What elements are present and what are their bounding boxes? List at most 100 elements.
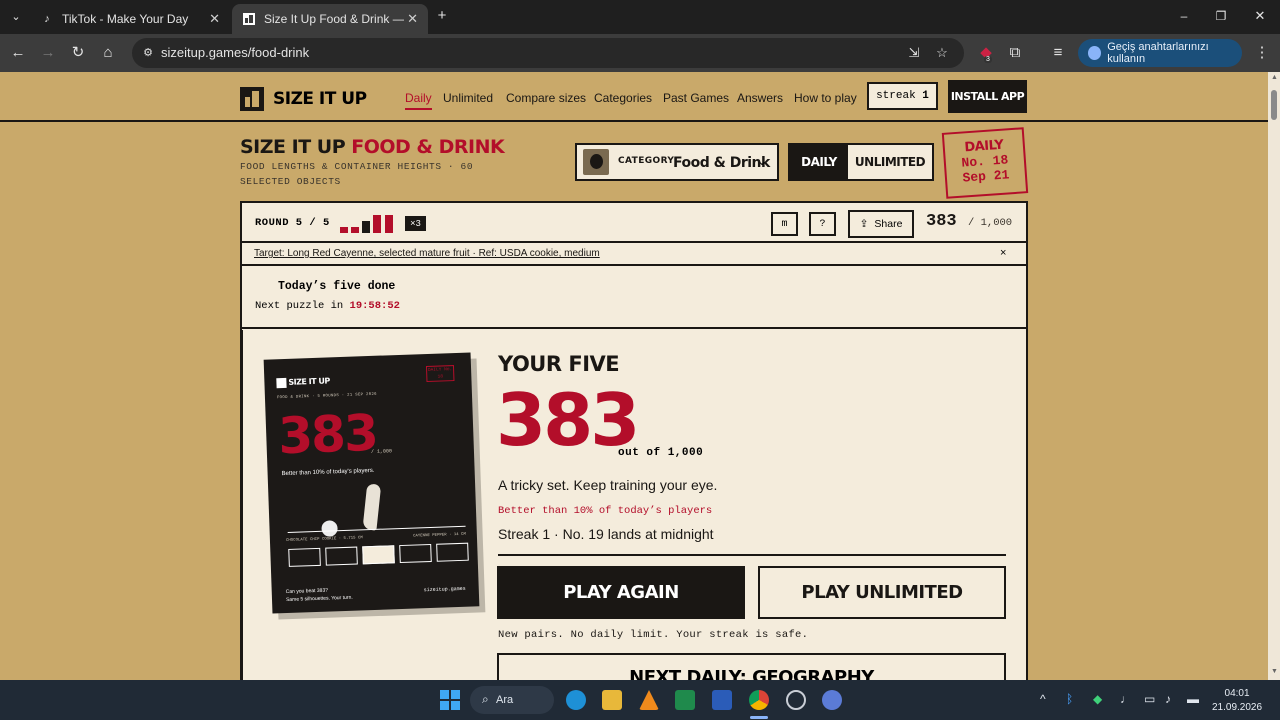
bookmark-star-icon[interactable]: ☆ [932,43,952,63]
page-scrollbar[interactable]: ▲ ▼ [1268,72,1280,680]
play-again-button[interactable]: PLAY AGAIN [497,566,745,619]
security-icon[interactable]: ◆ [1093,692,1102,706]
excel-icon[interactable] [675,690,695,710]
close-icon[interactable]: × [1000,247,1006,259]
browser-tab-bar: ⌄ ♪ TikTok - Make Your Day ✕ Size It Up … [0,0,1280,34]
display-icon[interactable]: ▭ [1144,692,1155,706]
next-daily-button[interactable]: NEXT DAILY: GEOGRAPHY [497,653,1006,680]
scroll-down-icon[interactable]: ▼ [1271,668,1278,675]
microphone-icon[interactable]: ♩ [1120,692,1132,706]
install-app-button[interactable]: INSTALL APP [948,80,1027,113]
tray-overflow-icon[interactable]: ^ [1040,692,1046,706]
target-text[interactable]: Target: Long Red Cayenne, selected matur… [254,248,600,259]
extensions-puzzle-icon[interactable]: ⧉ [1005,43,1025,63]
card-url: sizeitup.games [423,585,466,594]
card-title: SIZE IT UP [288,376,330,387]
sizeitup-icon [242,12,256,26]
multiplier-badge: ×3 [405,216,426,231]
home-icon[interactable]: ⌂ [98,43,118,63]
back-icon[interactable]: ← [8,43,28,63]
word-icon[interactable] [712,690,732,710]
results-score: 383 [496,378,640,462]
card-measurements: CHOCOLATE CHIP COOKIE · 5.715 CM CAYENNE… [286,533,466,543]
battery-icon[interactable]: ▬ [1187,692,1199,706]
nav-daily[interactable]: Daily [405,91,432,110]
install-page-icon[interactable]: ⇲ [904,43,924,63]
tab-tiktok[interactable]: ♪ TikTok - Make Your Day ✕ [30,4,230,34]
clock-app-icon[interactable] [786,690,806,710]
card-round-boxes [288,542,469,567]
chrome-icon[interactable] [749,690,769,710]
done-title: Today’s five done [278,280,396,293]
category-select[interactable]: CATEGORY Food & Drink ⌄ [575,143,779,181]
results-section: SIZE IT UP FOOD & DRINK · 5 ROUNDS · 21 … [242,330,1026,680]
restore-icon[interactable]: ❐ [1211,6,1231,26]
forward-icon[interactable]: → [38,43,58,63]
results-divider [498,554,1006,556]
site-info-icon[interactable]: ⚙ [138,43,158,63]
windows-taskbar: ⌕ Ara ^ ᛒ ◆ ♩ ▭ ♪ ▬ 04:01 21.09.2026 [0,680,1280,720]
clock-date: 21.09.2026 [1212,702,1263,713]
volume-icon[interactable]: ♪ [1165,692,1171,706]
new-tab-icon[interactable]: + [432,6,452,26]
next-puzzle-label: Next puzzle in [255,300,344,312]
site-nav: SIZE IT UP Daily Unlimited Compare sizes… [0,72,1268,122]
title-main: SIZE IT UP [240,136,346,158]
card-footer-line2: Same 5 silhouettes. Your turn. [285,594,353,604]
help-button[interactable]: ? [809,212,836,236]
taskbar-search[interactable]: ⌕ Ara [470,686,554,714]
address-bar[interactable]: ⚙ sizeitup.games/food-drink ⇲ ☆ [132,38,964,68]
page-subtitle: FOOD LENGTHS & CONTAINER HEIGHTS · 60 SE… [240,161,474,187]
play-unlimited-button[interactable]: PLAY UNLIMITED [758,566,1006,619]
m-button[interactable]: m [771,212,798,236]
card-better: Better than 10% of today's players. [281,467,375,478]
start-button-icon[interactable] [440,690,460,710]
site-logo[interactable]: SIZE IT UP [240,87,367,111]
edge-icon[interactable] [566,690,586,710]
reading-list-icon[interactable]: ≡ [1048,43,1068,63]
tiktok-icon: ♪ [44,13,50,25]
url-text[interactable]: sizeitup.games/food-drink [161,45,309,60]
window-close-icon[interactable]: ✕ [1250,6,1270,26]
close-tab-icon[interactable]: ✕ [407,11,418,27]
file-explorer-icon[interactable] [602,690,622,710]
share-card[interactable]: SIZE IT UP FOOD & DRINK · 5 ROUNDS · 21 … [263,352,480,614]
scrollbar-thumb[interactable] [1271,90,1277,120]
card-logo-icon [276,377,287,389]
nav-past-games[interactable]: Past Games [663,91,729,105]
chevron-down-icon: ⌄ [757,154,768,168]
card-meta: FOOD & DRINK · 5 ROUNDS · 21 SEP 2026 [276,392,377,401]
reload-icon[interactable]: ↻ [68,43,88,63]
passkey-button[interactable]: Geçiş anahtarlarınızı kullanın [1078,39,1242,67]
browser-menu-icon[interactable]: ⋮ [1252,43,1272,63]
nav-categories[interactable]: Categories [594,91,652,105]
nav-compare-sizes[interactable]: Compare sizes [506,91,586,105]
active-app-indicator [750,716,768,719]
streak-badge: streak 1 [867,82,938,110]
close-tab-icon[interactable]: ✕ [209,11,220,27]
nav-unlimited[interactable]: Unlimited [443,91,493,105]
done-notice: Today’s five done Next puzzle in 19:58:5… [242,266,1026,329]
tab-sizeitup[interactable]: Size It Up Food & Drink — Food ✕ [232,4,428,34]
card-stamp: DAILY No. 18 [425,365,455,383]
mode-toggle: DAILY UNLIMITED [788,143,934,181]
vlc-icon[interactable] [639,690,659,710]
bluetooth-icon[interactable]: ᛒ [1066,692,1073,706]
minimize-icon[interactable]: – [1174,6,1194,26]
game-panel: ROUND 5 / 5 ×3 m ? ⇪ Share 383 / 1,000 T… [240,201,1028,680]
share-button[interactable]: ⇪ Share [848,210,914,238]
results-heading: YOUR FIVE [498,352,620,376]
daily-stamp: DAILY No. 18 Sep 21 [941,127,1029,199]
tab-search-chevron-icon[interactable]: ⌄ [6,7,26,27]
results-out-of: out of 1,000 [618,447,704,459]
share-icon: ⇪ [859,218,869,230]
scroll-up-icon[interactable]: ▲ [1271,74,1278,81]
nav-answers[interactable]: Answers [737,91,783,105]
app-icon[interactable] [822,690,842,710]
mode-daily-button[interactable]: DAILY [790,145,848,179]
new-pairs-note: New pairs. No daily limit. Your streak i… [498,629,809,641]
nav-how-to-play[interactable]: How to play [794,91,857,105]
taskbar-clock[interactable]: 04:01 21.09.2026 [1212,687,1262,715]
mode-unlimited-button[interactable]: UNLIMITED [848,145,932,179]
apple-icon [583,149,609,175]
